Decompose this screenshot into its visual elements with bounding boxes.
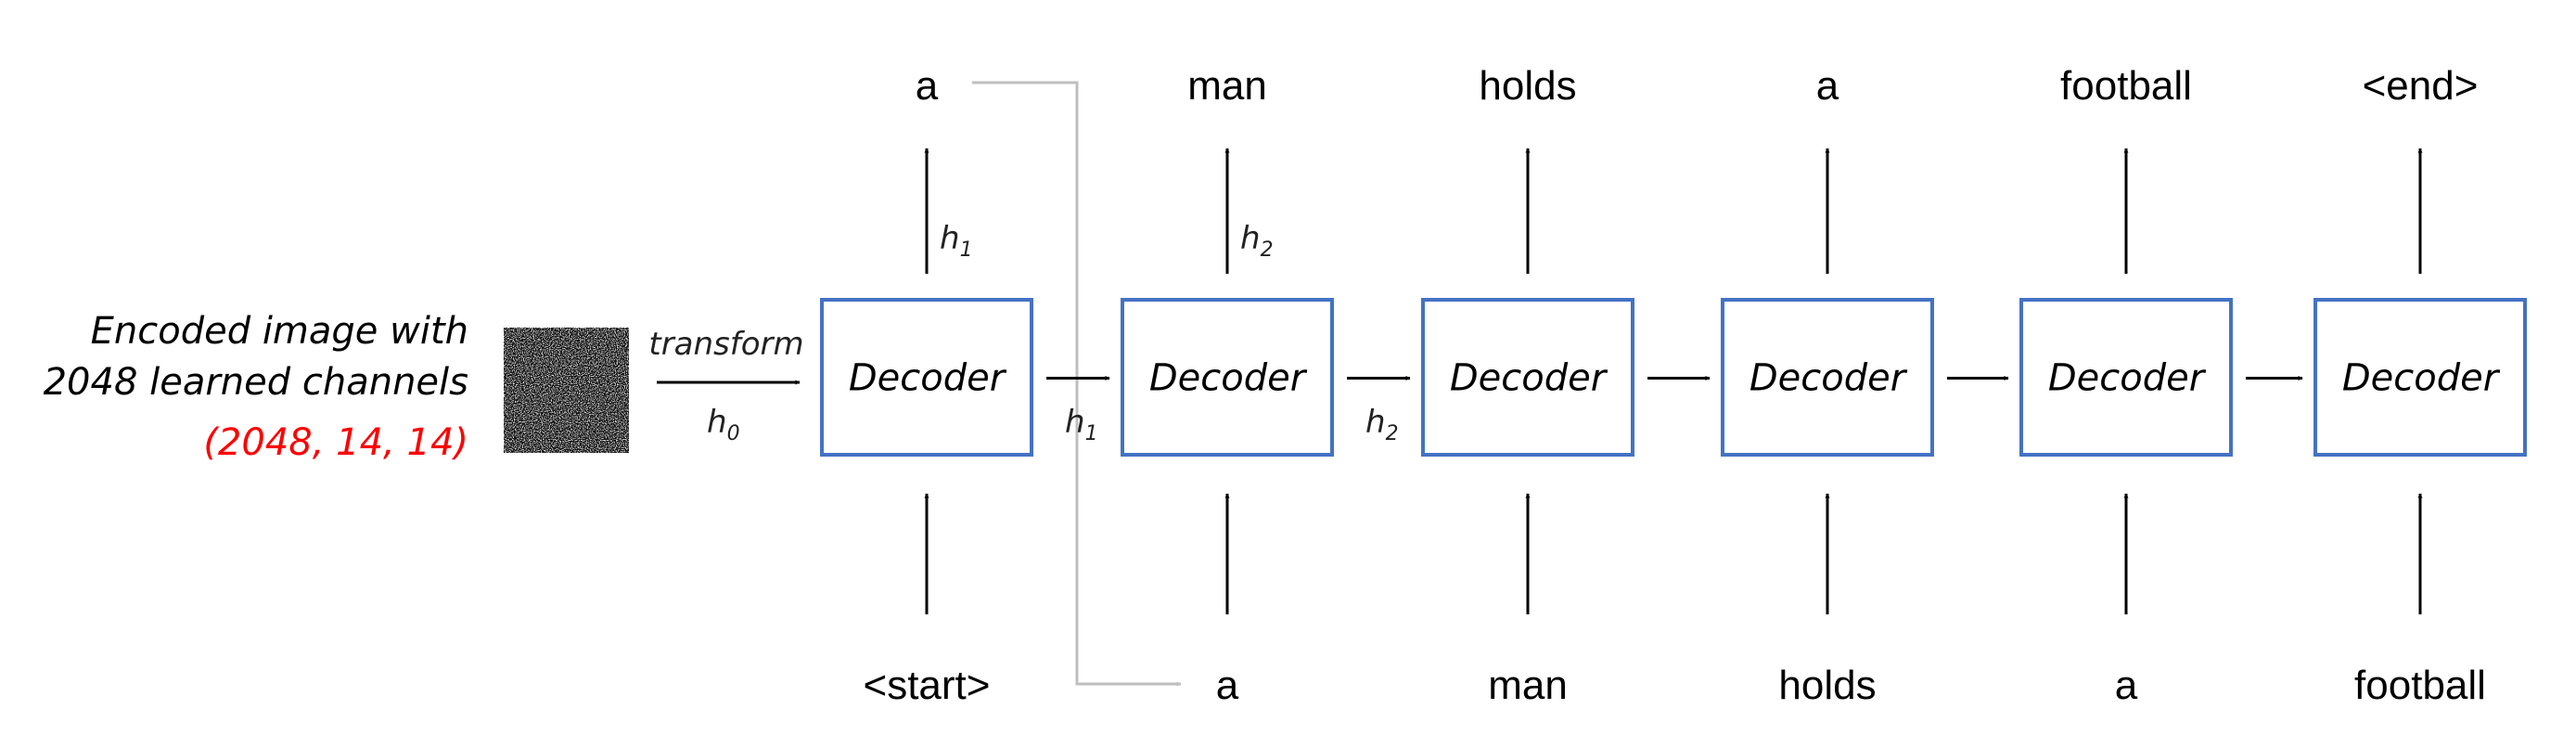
decoder-step-4: Decoder a holds [1721,63,2009,708]
output-word: man [1187,63,1267,109]
decoder-label: Decoder [1749,357,1908,400]
decoder-step-2: Decoder man a h2 h2 [1121,63,1411,708]
input-word: a [1216,663,1239,708]
input-word: <start> [864,663,991,708]
h0-label: h0 [707,404,740,445]
hidden-up-label: h1 [940,220,973,262]
encoder-description: Encoded image with 2048 learned channels… [44,310,468,464]
decoder-step-5: Decoder football a [2019,63,2303,708]
input-word: holds [1778,663,1876,708]
output-word: football [2060,63,2192,109]
input-word: football [2354,663,2486,708]
encoder-description-line-2: 2048 learned channels [44,361,468,404]
hidden-right-label: h1 [1065,404,1098,445]
decoder-diagram: Encoded image with 2048 learned channels… [44,63,2527,708]
transform-label: transform [648,326,803,363]
input-word: a [2115,663,2138,708]
hidden-up-label: h2 [1240,220,1274,262]
decoder-label: Decoder [2342,357,2501,400]
encoded-image-thumbnail [504,328,629,453]
encoder-description-line-1: Encoded image with [91,310,468,353]
decoder-label: Decoder [2048,357,2207,400]
output-word: a [1816,63,1839,109]
encoder-shape-label: (2048, 14, 14) [203,421,468,464]
output-word: a [916,63,939,109]
decoder-step-3: Decoder holds man [1421,63,1711,708]
decoder-step-1: Decoder a <start> h1 h1 [820,63,1110,708]
input-word: man [1488,663,1568,708]
decoder-label: Decoder [1450,357,1608,400]
output-word: <end> [2363,63,2479,109]
decoder-label: Decoder [849,357,1007,400]
output-word: holds [1479,63,1576,109]
decoder-step-6: Decoder <end> football [2313,63,2527,708]
hidden-right-label: h2 [1365,404,1399,445]
decoder-label: Decoder [1149,357,1308,400]
